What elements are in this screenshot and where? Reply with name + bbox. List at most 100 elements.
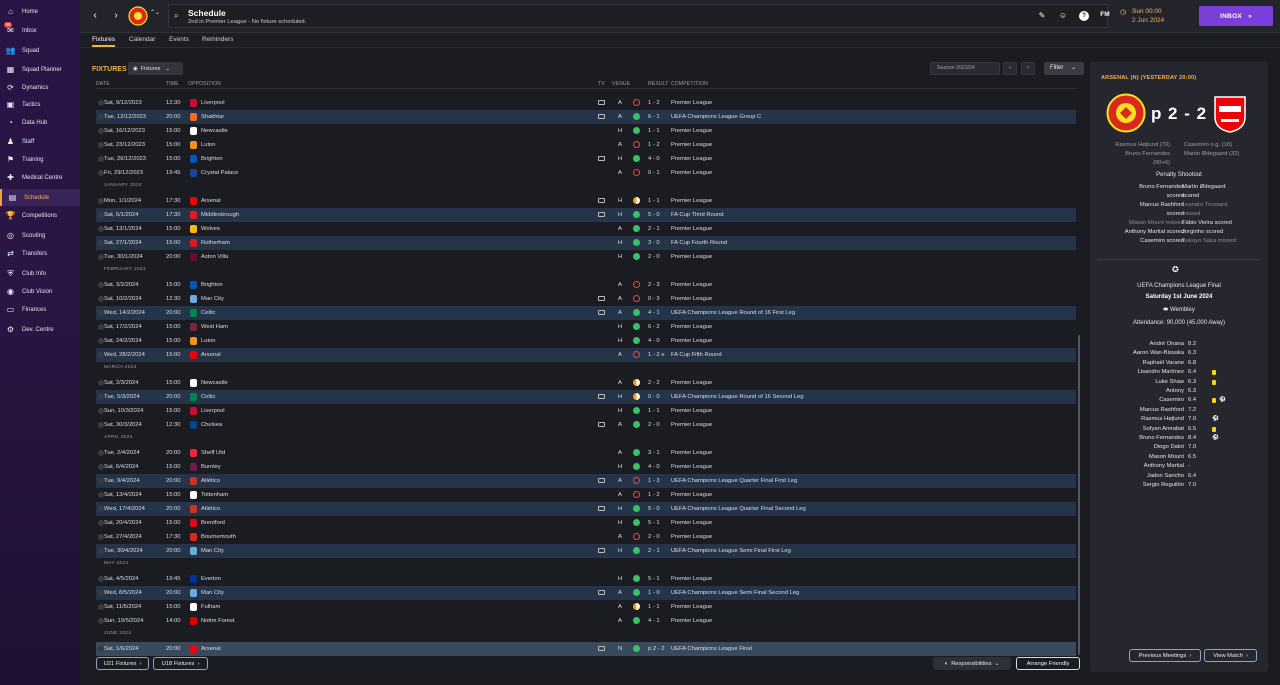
fixture-result[interactable]: 4 - 1	[648, 310, 660, 316]
table-row[interactable]: Sat, 13/1/2024 15:00 Wolves A 2 - 1 Premier L…	[96, 222, 1076, 236]
table-row[interactable]: Sat, 27/1/2024 15:00 Rotherham H 3 - 0 FA Cup…	[96, 236, 1076, 250]
fixture-result[interactable]: 2 - 0	[648, 254, 660, 260]
col-result[interactable]: RESULT	[648, 81, 669, 87]
fixture-opposition[interactable]: Rotherham	[201, 240, 230, 246]
fixture-competition[interactable]: FA Cup Fourth Round	[671, 240, 727, 246]
sidebar-item-schedule[interactable]: ▤ Schedule	[0, 189, 80, 206]
season-selector[interactable]: Season 2023/24	[930, 62, 1000, 75]
rating-row[interactable]: Lisandro Martínez 6.4	[1090, 369, 1268, 378]
fixture-result[interactable]: 1 - 2 e	[648, 352, 664, 358]
fixture-competition[interactable]: Premier League	[671, 282, 712, 288]
table-row[interactable]: Tue, 9/4/2024 20:00 Atlético A 1 - 3 UEFA Cha…	[96, 474, 1076, 488]
rating-row[interactable]: Jadon Sancho 6.4	[1090, 473, 1268, 482]
fixture-result[interactable]: 1 - 2	[648, 142, 660, 148]
edit-icon[interactable]: ✎	[1036, 11, 1048, 20]
fixture-competition[interactable]: Premier League	[671, 408, 712, 414]
fixture-opposition[interactable]: Luton	[201, 142, 216, 148]
fixture-opposition[interactable]: Middlesbrough	[201, 212, 239, 218]
table-row[interactable]: Mon, 1/1/2024 17:30 Arsenal H 1 - 1 Premier L…	[96, 194, 1076, 208]
rating-row[interactable]: Bruno Fernandes 8.4 ⚽	[1090, 435, 1268, 444]
table-row[interactable]: Sat, 24/2/2024 15:00 Luton H 4 - 0 Premier Le…	[96, 334, 1076, 348]
fixture-opposition[interactable]: Tottenham	[201, 492, 228, 498]
arsenal-crest-icon[interactable]	[1213, 95, 1247, 133]
table-row[interactable]: Sun, 10/3/2024 15:00 Liverpool H 1 - 1 Premie…	[96, 404, 1076, 418]
fixture-result[interactable]: 1 - 0	[648, 590, 660, 596]
fixture-competition[interactable]: Premier League	[671, 338, 712, 344]
rating-row[interactable]: Raphaël Varane 6.8	[1090, 360, 1268, 369]
col-opposition[interactable]: OPPOSITION	[188, 81, 221, 87]
fixture-competition[interactable]: UEFA Champions League Semi Final Second …	[671, 590, 799, 596]
sidebar-item-dev-centre[interactable]: ⚙ Dev. Centre	[0, 321, 80, 338]
view-match-button[interactable]: View Match ›	[1204, 649, 1257, 662]
stadium[interactable]: ⬬ Wembley	[1090, 307, 1268, 314]
forward-arrow-icon[interactable]: ›	[109, 9, 123, 23]
fixture-competition[interactable]: FA Cup Fifth Round	[671, 352, 722, 358]
sidebar-item-staff[interactable]: ♟ Staff	[0, 133, 80, 150]
fixture-competition[interactable]: Premier League	[671, 520, 712, 526]
sidebar-item-dynamics[interactable]: ⟳ Dynamics	[0, 79, 80, 96]
table-row[interactable]: Sat, 6/1/2024 17:30 Middlesbrough H 5 - 0 FA …	[96, 208, 1076, 222]
table-row[interactable]: Wed, 28/2/2024 15:00 Arsenal A 1 - 2 e FA Cup…	[96, 348, 1076, 362]
sidebar-item-club-vision[interactable]: ◉ Club Vision	[0, 283, 80, 300]
tab-calendar[interactable]: Calendar	[129, 36, 155, 43]
u18-fixtures-button[interactable]: U18 Fixtures ›	[153, 657, 208, 670]
fixture-result[interactable]: 2 - 2	[648, 380, 660, 386]
fixture-result[interactable]: 6 - 2	[648, 324, 660, 330]
table-row[interactable]: Sat, 10/2/2024 12:30 Man City A 0 - 3 Premier…	[96, 292, 1076, 306]
fixture-opposition[interactable]: Brighton	[201, 282, 223, 288]
sidebar-item-transfers[interactable]: ⇄ Transfers	[0, 245, 80, 262]
fixture-result[interactable]: p 2 - 2	[648, 646, 664, 652]
table-row[interactable]: Sat, 4/5/2024 19:45 Everton H 5 - 1 Premier L…	[96, 572, 1076, 586]
table-row[interactable]: Tue, 30/1/2024 20:00 Aston Villa H 2 - 0 Prem…	[96, 250, 1076, 264]
fixture-result[interactable]: 1 - 2	[648, 100, 660, 106]
table-row[interactable]: Wed, 8/5/2024 20:00 Man City A 1 - 0 UEFA Cha…	[96, 586, 1076, 600]
sidebar-item-inbox[interactable]: ✉ Inbox 98	[0, 22, 80, 39]
sidebar-item-squad[interactable]: 👥 Squad	[0, 42, 80, 59]
fixture-competition[interactable]: Premier League	[671, 604, 712, 610]
tab-events[interactable]: Events	[169, 36, 189, 43]
col-time[interactable]: TIME	[166, 81, 179, 87]
man-utd-crest-icon[interactable]	[1106, 93, 1146, 133]
back-arrow-icon[interactable]: ‹	[88, 9, 102, 23]
table-row[interactable]: Sat, 2/3/2024 15:00 Newcastle A 2 - 2 Premier…	[96, 376, 1076, 390]
fm-menu-icon[interactable]: FM	[1099, 11, 1111, 18]
col-tv[interactable]: TV	[598, 81, 605, 87]
fixture-competition[interactable]: UEFA Champions League Quarter Final Firs…	[671, 478, 797, 484]
manager-icon[interactable]: ☺	[1057, 11, 1069, 20]
fixture-result[interactable]: 0 - 0	[648, 394, 660, 400]
fixture-opposition[interactable]: Man City	[201, 590, 224, 596]
fixture-opposition[interactable]: Luton	[201, 338, 216, 344]
rating-row[interactable]: Antony 6.3	[1090, 388, 1268, 397]
fixture-competition[interactable]: Premier League	[671, 226, 712, 232]
fixture-opposition[interactable]: Brighton	[201, 156, 223, 162]
rating-row[interactable]: Casemiro 6.4 ⚽	[1090, 397, 1268, 406]
rating-row[interactable]: Aaron Wan-Bissaka 6.3	[1090, 350, 1268, 359]
fixture-result[interactable]: 2 - 1	[648, 548, 660, 554]
sidebar-item-competitions[interactable]: 🏆 Competitions	[0, 207, 80, 224]
sidebar-item-finances[interactable]: ▭ Finances	[0, 301, 80, 318]
table-row[interactable]: Tue, 2/4/2024 20:00 Sheff Utd A 3 - 1 Premier…	[96, 446, 1076, 460]
fixture-opposition[interactable]: Arsenal	[201, 352, 221, 358]
table-row[interactable]: Sat, 20/4/2024 15:00 Brentford H 5 - 1 Premie…	[96, 516, 1076, 530]
fixture-opposition[interactable]: Aston Villa	[201, 254, 228, 260]
fixture-result[interactable]: 5 - 1	[648, 576, 660, 582]
table-row[interactable]: Sat, 1/6/2024 20:00 Arsenal Np 2 - 2 UEFA Ch…	[96, 642, 1076, 656]
fixture-opposition[interactable]: Fulham	[201, 604, 220, 610]
fixture-competition[interactable]: Premier League	[671, 534, 712, 540]
table-row[interactable]: Sat, 13/4/2024 15:00 Tottenham A 1 - 2 Premie…	[96, 488, 1076, 502]
fixture-result[interactable]: 4 - 0	[648, 464, 660, 470]
fixture-opposition[interactable]: Crystal Palace	[201, 170, 238, 176]
rating-row[interactable]: Anthony Martial -	[1090, 463, 1268, 472]
fixture-opposition[interactable]: Liverpool	[201, 100, 225, 106]
fixture-result[interactable]: 5 - 0	[648, 506, 660, 512]
table-row[interactable]: Sat, 3/2/2024 15:00 Brighton A 2 - 3 Premier …	[96, 278, 1076, 292]
fixture-competition[interactable]: Premier League	[671, 422, 712, 428]
fixture-result[interactable]: 2 - 1	[648, 226, 660, 232]
fixture-result[interactable]: 4 - 0	[648, 338, 660, 344]
sidebar-item-club-info[interactable]: ⛨ Club Info	[0, 265, 80, 282]
table-row[interactable]: Sat, 11/5/2024 15:00 Fulham A 1 - 1 Premier L…	[96, 600, 1076, 614]
fixture-competition[interactable]: Premier League	[671, 100, 712, 106]
previous-season-button[interactable]: ‹	[1003, 62, 1017, 75]
tab-fixtures[interactable]: Fixtures	[92, 36, 116, 47]
fixture-opposition[interactable]: Chelsea	[201, 422, 222, 428]
